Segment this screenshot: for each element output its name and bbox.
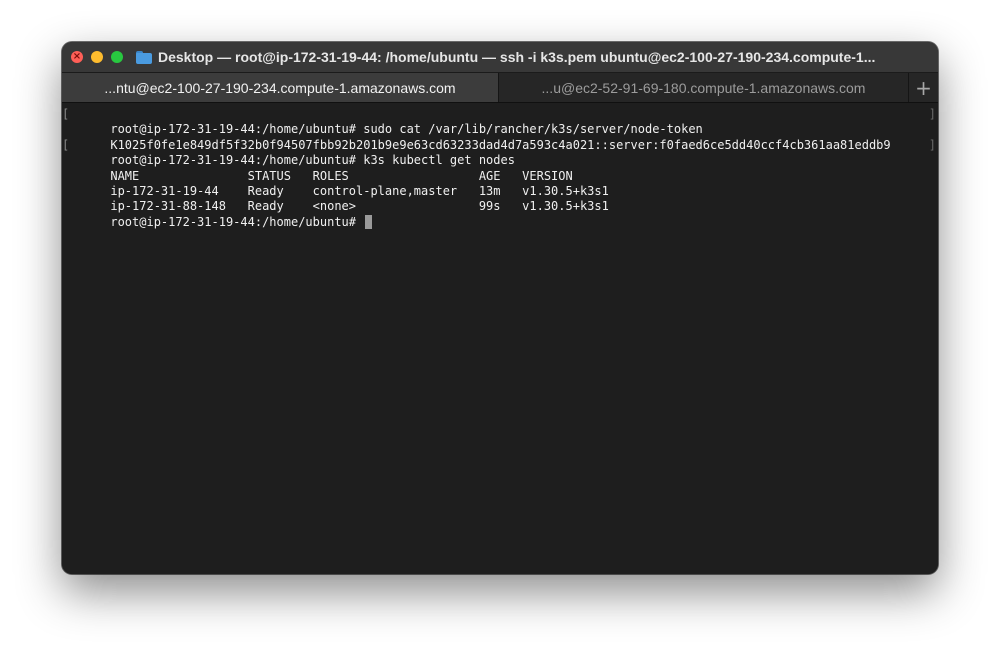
mark-bracket-right: ]: [928, 107, 936, 121]
mark-bracket-left: [: [62, 107, 70, 121]
mark-bracket-right: ]: [928, 137, 936, 152]
window-title: Desktop — root@ip-172-31-19-44: /home/ub…: [158, 49, 876, 65]
terminal-output[interactable]: [root@ip-172-31-19-44:/home/ubuntu# sudo…: [62, 103, 938, 574]
tab-ec2-100-27-190-234[interactable]: ...ntu@ec2-100-27-190-234.compute-1.amaz…: [62, 73, 498, 102]
table-header: NAME STATUS ROLES AGE VERSION: [62, 153, 938, 183]
new-tab-button[interactable]: +: [908, 73, 938, 102]
terminal-line: root@ip-172-31-19-44:/home/ubuntu#: [62, 199, 938, 229]
current-prompt: root@ip-172-31-19-44:/home/ubuntu#: [110, 214, 364, 229]
terminal-line: [root@ip-172-31-19-44:/home/ubuntu# sudo…: [62, 107, 938, 136]
table-row: ip-172-31-88-148 Ready <none> 99s v1.30.…: [62, 184, 938, 213]
mark-bracket-left: [: [62, 137, 70, 152]
minimize-button[interactable]: [91, 51, 103, 63]
title-bar[interactable]: × Desktop — root@ip-172-31-19-44: /home/…: [62, 42, 938, 72]
tab-bar: ...ntu@ec2-100-27-190-234.compute-1.amaz…: [62, 72, 938, 103]
terminal-window: × Desktop — root@ip-172-31-19-44: /home/…: [62, 42, 938, 574]
text-cursor: [365, 214, 373, 229]
folder-icon: [136, 50, 152, 64]
terminal-line: K1025f0fe1e849df5f32b0f94507fbb92b201b9e…: [62, 122, 938, 152]
table-row: ip-172-31-19-44 Ready control-plane,mast…: [62, 169, 938, 198]
tab-ec2-52-91-69-180[interactable]: ...u@ec2-52-91-69-180.compute-1.amazonaw…: [498, 73, 908, 102]
close-icon: ×: [72, 51, 82, 62]
maximize-button[interactable]: [111, 51, 123, 63]
traffic-lights: ×: [71, 51, 123, 63]
terminal-line: [root@ip-172-31-19-44:/home/ubuntu# k3s …: [62, 137, 938, 167]
close-button[interactable]: ×: [71, 51, 83, 63]
